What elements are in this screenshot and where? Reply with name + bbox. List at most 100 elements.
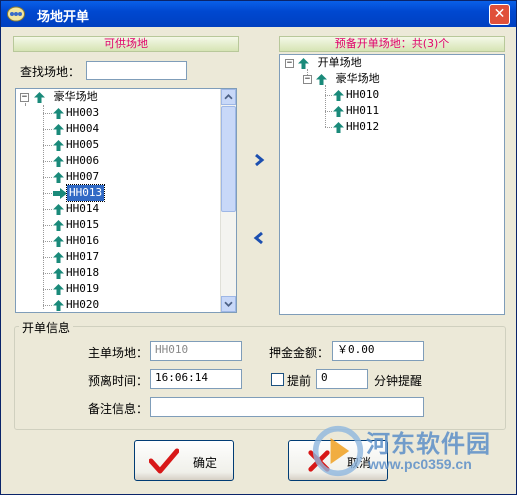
ok-button[interactable]: 确定	[134, 440, 234, 481]
tree-item[interactable]: HH019	[53, 281, 101, 297]
tree-item-label: HH005	[66, 138, 100, 151]
tree-item[interactable]: HH015	[53, 217, 101, 233]
note-label: 备注信息：	[88, 402, 149, 416]
tree-item-label: HH014	[66, 202, 100, 215]
tree-item[interactable]: HH013	[53, 184, 106, 202]
up-arrow-icon	[333, 121, 344, 133]
tree-item[interactable]: HH011	[333, 103, 381, 119]
check-icon	[149, 448, 179, 474]
available-venues-header: 可供场地	[13, 36, 239, 52]
tree-item-label: HH010	[346, 88, 380, 101]
scroll-thumb[interactable]	[221, 106, 236, 212]
collapse-toggle[interactable]: −	[20, 93, 29, 102]
tree-item-label: HH019	[66, 282, 100, 295]
up-arrow-icon	[53, 139, 64, 151]
tree-item[interactable]: HH016	[53, 233, 101, 249]
app-icon	[7, 6, 25, 22]
collapse-toggle[interactable]: −	[303, 75, 312, 84]
search-input[interactable]	[86, 61, 187, 80]
tree-item-label: HH007	[66, 170, 100, 183]
tree-root-label: 开单场地	[317, 56, 362, 69]
tree-group-label: 豪华场地	[335, 72, 380, 85]
up-arrow-icon	[53, 267, 64, 279]
window-title: 场地开单	[37, 10, 90, 25]
scroll-up-button[interactable]	[221, 89, 236, 105]
tree-item-label: HH016	[66, 234, 100, 247]
ok-button-label: 确定	[193, 456, 218, 470]
tree-item-label: HH006	[66, 154, 100, 167]
watermark-url: www.pc0359.cn	[368, 456, 472, 472]
chevron-up-icon	[224, 94, 233, 100]
available-venues-tree[interactable]: − 豪华场地 HH003 HH004 HH005 HH006 HH007 HH013 HH0…	[15, 88, 237, 313]
prepared-venues-tree[interactable]: − 开单场地 − 豪华场地 HH010 HH011 HH012	[279, 54, 505, 315]
tree-root-node[interactable]: 豪华场地	[34, 89, 100, 105]
up-arrow-icon	[53, 219, 64, 231]
tree-item-label: HH011	[346, 104, 380, 117]
tree-root-label: 豪华场地	[53, 90, 98, 103]
tree-item[interactable]: HH004	[53, 121, 101, 137]
main-venue-label: 主单场地：	[88, 346, 149, 360]
tree-item[interactable]: HH010	[333, 87, 381, 103]
main-window: 场地开单 ✕ 可供场地 查找场地： − 豪华场地 HH003 HH004 HH005…	[0, 0, 517, 495]
watermark-logo-icon	[312, 425, 364, 477]
chevron-left-icon[interactable]	[252, 231, 266, 245]
up-arrow-icon	[53, 107, 64, 119]
tree-item-label: HH004	[66, 122, 100, 135]
up-arrow-icon	[53, 203, 64, 215]
watermark-text: 河东软件园	[366, 429, 491, 458]
tree-item-label: HH020	[66, 298, 100, 311]
remind-suffix-label: 分钟提醒	[374, 374, 423, 388]
up-arrow-icon	[316, 73, 327, 85]
collapse-toggle[interactable]: −	[285, 59, 294, 68]
chevron-down-icon	[224, 301, 233, 307]
tree-item[interactable]: HH018	[53, 265, 101, 281]
tree-scrollbar[interactable]	[220, 89, 236, 312]
tree-item[interactable]: HH020	[53, 297, 101, 312]
tree-item[interactable]: HH007	[53, 169, 101, 185]
up-arrow-icon	[53, 155, 64, 167]
prepared-venues-header: 预备开单场地：共(3)个	[279, 36, 505, 52]
tree-item-label: HH015	[66, 218, 100, 231]
deposit-field[interactable]: ￥0.00	[332, 341, 424, 361]
close-button[interactable]: ✕	[489, 4, 510, 25]
up-arrow-icon	[53, 235, 64, 247]
tree-item-label: HH018	[66, 266, 100, 279]
tree-item[interactable]: HH003	[53, 105, 101, 121]
up-arrow-icon	[34, 91, 45, 103]
tree-item[interactable]: HH005	[53, 137, 101, 153]
available-venues-panel: 可供场地 查找场地： − 豪华场地 HH003 HH004 HH005 HH006 HH…	[13, 36, 239, 316]
up-arrow-icon	[53, 283, 64, 295]
up-arrow-icon	[53, 299, 64, 311]
tree-item-label: HH017	[66, 250, 100, 263]
up-arrow-icon	[53, 171, 64, 183]
prepared-venues-panel: 预备开单场地：共(3)个 − 开单场地 − 豪华场地 HH010 HH011 HH0…	[279, 36, 505, 316]
up-arrow-icon	[53, 251, 64, 263]
main-venue-field[interactable]: HH010	[150, 341, 242, 361]
deposit-label: 押金金额：	[269, 346, 330, 360]
title-bar[interactable]: 场地开单 ✕	[1, 1, 516, 27]
up-arrow-icon	[53, 123, 64, 135]
up-arrow-icon	[333, 89, 344, 101]
chevron-right-icon[interactable]	[252, 153, 266, 167]
scroll-down-button[interactable]	[221, 296, 236, 312]
up-arrow-icon	[298, 57, 309, 69]
tree-item-label: HH013	[65, 184, 106, 202]
remind-minutes-field[interactable]: 0	[316, 369, 368, 389]
leave-time-field[interactable]: 16:06:14	[150, 369, 242, 389]
tree-item[interactable]: HH017	[53, 249, 101, 265]
tree-item-label: HH003	[66, 106, 100, 119]
tree-item[interactable]: HH012	[333, 119, 381, 135]
search-label: 查找场地：	[20, 65, 81, 79]
right-arrow-icon	[53, 187, 67, 199]
close-icon: ✕	[493, 6, 506, 22]
order-info-title: 开单信息	[19, 319, 74, 336]
tree-item[interactable]: HH014	[53, 201, 101, 217]
leave-time-label: 预离时间：	[88, 374, 149, 388]
up-arrow-icon	[333, 105, 344, 117]
tree-item-label: HH012	[346, 120, 380, 133]
note-field[interactable]	[150, 397, 424, 417]
watermark: 河东软件园 www.pc0359.cn	[310, 422, 510, 480]
remind-checkbox-label: 提前	[287, 374, 312, 388]
tree-item[interactable]: HH006	[53, 153, 101, 169]
remind-checkbox[interactable]	[271, 373, 284, 386]
